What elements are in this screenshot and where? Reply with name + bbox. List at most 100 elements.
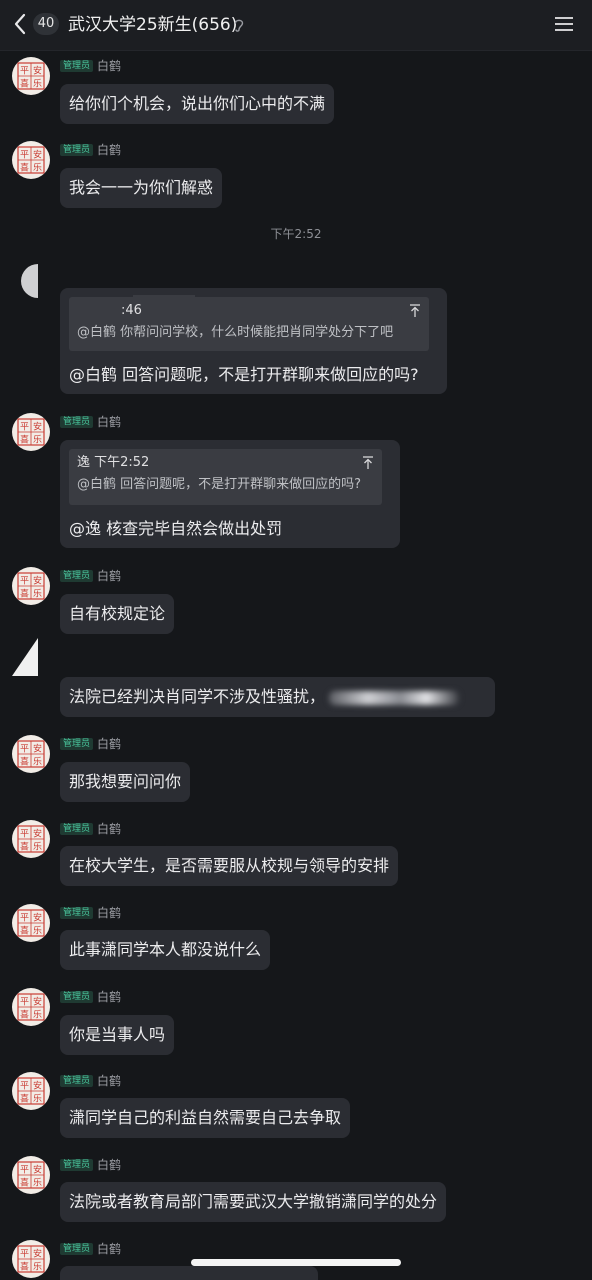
- avatar[interactable]: [12, 262, 38, 300]
- admin-badge: 管理员: [60, 60, 94, 72]
- message-bubble[interactable]: [60, 1266, 318, 1280]
- svg-text:平: 平: [20, 1081, 29, 1092]
- jump-to-quote-icon[interactable]: [362, 456, 374, 470]
- svg-text:平: 平: [20, 576, 29, 587]
- svg-text:喜: 喜: [20, 756, 29, 768]
- svg-text:安: 安: [33, 421, 42, 433]
- svg-text:乐: 乐: [33, 1177, 42, 1189]
- quoted-text: @白鹤 回答问题呢，不是打开群聊来做回应的吗?: [77, 477, 362, 492]
- svg-text:安: 安: [33, 149, 42, 161]
- avatar[interactable]: 平安喜乐: [12, 413, 50, 451]
- sender-name[interactable]: 白鹤: [97, 568, 121, 584]
- message-bubble[interactable]: 我会一一为你们解惑: [60, 168, 223, 208]
- admin-badge: 管理员: [60, 1159, 94, 1171]
- svg-text:平: 平: [20, 913, 29, 924]
- svg-text:平: 平: [20, 1249, 29, 1260]
- svg-text:平: 平: [20, 66, 29, 77]
- svg-text:安: 安: [33, 1080, 42, 1092]
- admin-badge: 管理员: [60, 416, 94, 428]
- group-title[interactable]: 武汉大学25新生(656): [68, 13, 237, 37]
- message-bubble[interactable]: 那我想要问问你: [60, 762, 191, 802]
- svg-text:喜: 喜: [20, 588, 29, 600]
- svg-text:安: 安: [33, 1248, 42, 1260]
- sender-name[interactable]: 白鹤: [97, 142, 121, 158]
- message-bubble[interactable]: 自有校规定论: [60, 594, 175, 634]
- quoted-message[interactable]: 逸 下午2:52 @白鹤 回答问题呢，不是打开群聊来做回应的吗?: [69, 449, 382, 505]
- quoted-message[interactable]: :46 @白鹤 你帮问问学校，什么时候能把肖同学处分下了吧: [69, 295, 429, 351]
- sender-name[interactable]: 白鹤: [97, 989, 121, 1005]
- svg-text:安: 安: [33, 828, 42, 840]
- avatar[interactable]: 平安喜乐: [12, 1072, 50, 1110]
- svg-text:平: 平: [20, 744, 29, 755]
- svg-text:喜: 喜: [20, 1177, 29, 1189]
- avatar[interactable]: 平安喜乐: [12, 567, 50, 605]
- svg-text:喜: 喜: [20, 1009, 29, 1021]
- quoted-text: @白鹤 你帮问问学校，什么时候能把肖同学处分下了吧: [77, 325, 394, 340]
- avatar[interactable]: 平安喜乐: [12, 1240, 50, 1278]
- avatar[interactable]: 平安喜乐: [12, 904, 50, 942]
- admin-badge: 管理员: [60, 144, 94, 156]
- message-bubble[interactable]: 法院或者教育局部门需要武汉大学撤销潇同学的处分: [60, 1182, 447, 1222]
- avatar[interactable]: 平安喜乐: [12, 820, 50, 858]
- menu-icon[interactable]: [555, 16, 573, 32]
- svg-text:喜: 喜: [20, 925, 29, 937]
- message-text: @白鹤 回答问题呢，不是打开群聊来做回应的吗?: [69, 365, 419, 384]
- svg-text:喜: 喜: [20, 1261, 29, 1273]
- message-bubble[interactable]: 逸 下午2:52 @白鹤 回答问题呢，不是打开群聊来做回应的吗? @逸 核查完毕…: [60, 440, 400, 548]
- sender-name[interactable]: 白鹤: [97, 905, 121, 921]
- avatar[interactable]: [12, 638, 38, 676]
- sender-name[interactable]: 白鹤: [97, 414, 121, 430]
- message-bubble[interactable]: 在校大学生，是否需要服从校规与领导的安排: [60, 846, 399, 886]
- back-arrow-icon[interactable]: [12, 12, 28, 36]
- admin-badge: 管理员: [60, 1075, 94, 1087]
- avatar[interactable]: 平安喜乐: [12, 988, 50, 1026]
- svg-text:乐: 乐: [33, 78, 42, 90]
- sender-name[interactable]: 白鹤: [97, 736, 121, 752]
- svg-text:平: 平: [20, 1165, 29, 1176]
- unread-count-badge[interactable]: 40: [33, 13, 59, 35]
- svg-text:喜: 喜: [20, 1093, 29, 1105]
- message-bubble[interactable]: 潇同学自己的利益自然需要自己去争取: [60, 1098, 351, 1138]
- message-text: @逸 核查完毕自然会做出处罚: [69, 519, 283, 538]
- svg-text:乐: 乐: [33, 1009, 42, 1021]
- svg-text:乐: 乐: [33, 1261, 42, 1273]
- message-bubble[interactable]: :46 @白鹤 你帮问问学校，什么时候能把肖同学处分下了吧 @白鹤 回答问题呢，…: [60, 288, 447, 394]
- svg-text:乐: 乐: [33, 925, 42, 937]
- avatar[interactable]: 平安喜乐: [12, 1156, 50, 1194]
- message-bubble[interactable]: 你是当事人吗: [60, 1015, 175, 1055]
- admin-badge: 管理员: [60, 738, 94, 750]
- sender-name[interactable]: 白鹤: [97, 821, 121, 837]
- ear-icon: [234, 19, 244, 32]
- svg-text:安: 安: [33, 743, 42, 755]
- quoted-time: 逸 下午2:52: [77, 455, 150, 470]
- svg-text:平: 平: [20, 997, 29, 1008]
- svg-text:喜: 喜: [20, 434, 29, 446]
- sender-name[interactable]: 白鹤: [97, 1073, 121, 1089]
- sender-name[interactable]: 白鹤: [97, 1157, 121, 1173]
- svg-text:平: 平: [20, 829, 29, 840]
- chat-header: 40 武汉大学25新生(656): [0, 0, 592, 51]
- jump-to-quote-icon[interactable]: [409, 304, 421, 318]
- time-divider: 下午2:52: [270, 227, 322, 241]
- redacted-text: [329, 690, 460, 705]
- message-bubble[interactable]: 法院已经判决肖同学不涉及性骚扰，: [60, 677, 495, 717]
- svg-text:安: 安: [33, 65, 42, 77]
- message-bubble[interactable]: 此事潇同学本人都没说什么: [60, 930, 271, 970]
- avatar[interactable]: 平安喜乐: [12, 57, 50, 95]
- home-indicator[interactable]: [191, 1259, 401, 1266]
- svg-text:乐: 乐: [33, 162, 42, 174]
- admin-badge: 管理员: [60, 907, 94, 919]
- svg-text:乐: 乐: [33, 588, 42, 600]
- message-text: 法院已经判决肖同学不涉及性骚扰，: [69, 687, 326, 706]
- svg-text:安: 安: [33, 912, 42, 924]
- svg-text:喜: 喜: [20, 78, 29, 90]
- quoted-sender-redacted: [133, 295, 195, 305]
- admin-badge: 管理员: [60, 570, 94, 582]
- avatar[interactable]: 平安喜乐: [12, 735, 50, 773]
- admin-badge: 管理员: [60, 1243, 94, 1255]
- message-bubble[interactable]: 给你们个机会，说出你们心中的不满: [60, 84, 335, 124]
- quoted-time: :46: [121, 303, 142, 318]
- sender-name[interactable]: 白鹤: [97, 58, 121, 74]
- sender-name[interactable]: 白鹤: [97, 1241, 121, 1257]
- avatar[interactable]: 平安喜乐: [12, 141, 50, 179]
